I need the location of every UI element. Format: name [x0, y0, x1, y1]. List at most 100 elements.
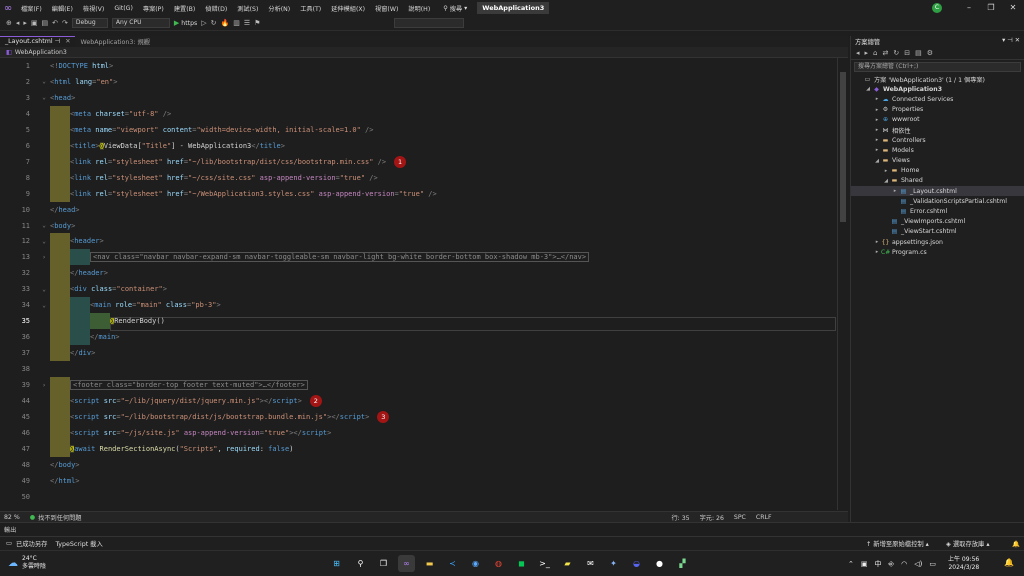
tree-item[interactable]: ◢ ▬ Shared [851, 176, 1024, 186]
tree-item[interactable]: ▭ 方案 'WebApplication3' (1 / 1 個專案) [851, 74, 1024, 84]
discord-icon[interactable]: ◒ [628, 555, 645, 572]
expand-chevron-icon[interactable]: ▸ [891, 188, 899, 194]
code-line[interactable]: 5 <meta name="viewport" content="width=de… [0, 121, 840, 138]
issues-status[interactable]: 找不到任何問題 [38, 513, 81, 522]
battery-icon[interactable]: ▭ [929, 560, 936, 568]
code-line[interactable]: 6 <title>@ViewData["Title"] - WebApplicat… [0, 137, 840, 154]
menu-test[interactable]: 測試(S) [232, 4, 263, 13]
tree-item[interactable]: ▸ ⋈ 相依性 [851, 125, 1024, 135]
select-repository-button[interactable]: ◈ 選取存放庫 ▴ [946, 539, 990, 548]
hot-reload-icon[interactable]: 🔥 [221, 19, 230, 27]
ime-indicator[interactable]: 中 [875, 559, 882, 569]
code-line[interactable]: 2 ⌄ <html lang="en"> [0, 74, 840, 90]
tree-item[interactable]: ▸ ⊕ wwwroot [851, 115, 1024, 125]
fold-toggle-icon[interactable]: ⌄ [38, 302, 50, 309]
tree-item[interactable]: ▤ _ViewImports.cshtml [851, 217, 1024, 227]
expand-chevron-icon[interactable]: ◢ [873, 158, 881, 164]
code-line[interactable]: 7 <link rel="stylesheet" href="~/lib/boot… [0, 153, 840, 170]
notification-icon[interactable]: 🔔 [1012, 540, 1020, 548]
fold-toggle-icon[interactable]: ⌄ [38, 78, 50, 85]
expand-chevron-icon[interactable]: ▸ [873, 249, 881, 255]
code-line[interactable]: 37 </div> [0, 345, 840, 362]
chrome-icon[interactable]: ◍ [490, 555, 507, 572]
redo-icon[interactable]: ↷ [62, 19, 68, 27]
code-line[interactable]: 1 <!DOCTYPE html> [0, 58, 840, 74]
start-icon[interactable]: ⊞ [328, 555, 345, 572]
expand-chevron-icon[interactable]: ▸ [873, 107, 881, 113]
collapse-all-icon[interactable]: ⊟ [904, 49, 910, 57]
menu-analyze[interactable]: 分析(N) [263, 4, 295, 13]
forward-icon[interactable]: ▸ [23, 19, 27, 27]
back-icon[interactable]: ◂ [856, 49, 860, 57]
expand-chevron-icon[interactable]: ▸ [873, 96, 881, 102]
code-line[interactable]: 8 <link rel="stylesheet" href="~/css/site… [0, 169, 840, 186]
minimize-button[interactable]: – [958, 0, 980, 16]
tree-item[interactable]: ▸ ▤ _Layout.cshtml [851, 186, 1024, 197]
app-icon[interactable]: ▞ [674, 555, 691, 572]
sticky-notes-icon[interactable]: ▰ [559, 555, 576, 572]
editor-scrollbar[interactable] [837, 58, 847, 510]
code-line[interactable]: 39 › <footer class="border-top footer text… [0, 377, 840, 393]
expand-chevron-icon[interactable]: ◢ [864, 86, 872, 92]
avatar[interactable]: C [932, 3, 942, 13]
tree-item[interactable]: ▤ Error.cshtml [851, 206, 1024, 216]
close-button[interactable]: ✕ [1002, 0, 1024, 16]
collapsed-region[interactable]: <footer class="border-top footer text-mu… [70, 380, 308, 390]
code-line[interactable]: 47 @await RenderSectionAsync("Scripts", r… [0, 440, 840, 457]
menu-edit[interactable]: 編輯(E) [47, 4, 78, 13]
menu-build[interactable]: 建置(B) [169, 4, 200, 13]
settings-icon[interactable]: ⚙ [927, 49, 933, 57]
tree-item[interactable]: ▸{} appsettings.json [851, 237, 1024, 247]
whitespace-mode[interactable]: SPC [734, 514, 746, 521]
run-button[interactable]: ▶ https [174, 19, 197, 27]
wifi-icon[interactable]: ◠ [901, 560, 907, 568]
search-button[interactable]: ⚲ 搜尋 ▾ [443, 4, 467, 13]
pin-icon[interactable]: ⊣ [55, 38, 61, 45]
expand-chevron-icon[interactable]: ▸ [873, 127, 881, 133]
back-icon[interactable]: ◂ [16, 19, 20, 27]
code-line[interactable]: 9 <link rel="stylesheet" href="~/WebAppli… [0, 185, 840, 202]
tab-layout-cshtml[interactable]: _Layout.cshtml ⊣ ✕ [0, 36, 76, 47]
task-view-icon[interactable]: ❐ [375, 555, 392, 572]
find-combo[interactable] [394, 18, 465, 28]
refresh-icon[interactable]: ↻ [211, 19, 217, 27]
tool-icon[interactable]: ✦ [605, 555, 622, 572]
keyboard-icon[interactable]: ⎆ [889, 560, 895, 569]
undo-icon[interactable]: ↶ [52, 19, 58, 27]
code-line[interactable]: 38 [0, 361, 840, 377]
line-icon[interactable]: ◼ [513, 555, 530, 572]
expand-chevron-icon[interactable]: ◢ [882, 178, 890, 184]
refresh-icon[interactable]: ↻ [893, 49, 899, 57]
code-line[interactable]: 13 › <nav class="navbar navbar-expand-sm n… [0, 249, 840, 266]
fold-toggle-icon[interactable]: ⌄ [38, 222, 50, 229]
menu-tools[interactable]: 工具(T) [295, 4, 326, 13]
fold-toggle-icon[interactable]: ⌄ [38, 286, 50, 293]
code-line[interactable]: 12 ⌄ <header> [0, 233, 840, 250]
close-icon[interactable]: ✕ [65, 38, 70, 45]
code-line[interactable]: 48 </body> [0, 457, 840, 473]
menu-git[interactable]: Git(G) [109, 5, 138, 12]
menu-window[interactable]: 視窗(W) [370, 4, 403, 13]
notifications-icon[interactable]: 🔔 [1004, 558, 1014, 567]
search-icon[interactable]: ⚲ [352, 555, 369, 572]
tree-item[interactable]: ▸ ▬ Models [851, 145, 1024, 155]
code-line[interactable]: 33 ⌄ <div class="container"> [0, 281, 840, 298]
forward-icon[interactable]: ▸ [865, 49, 869, 57]
configuration-select[interactable]: Debug [71, 18, 108, 28]
new-item-icon[interactable]: ⊕ [6, 19, 12, 27]
bookmark-icon[interactable]: ⚑ [254, 19, 260, 27]
output-title[interactable]: 輸出 [4, 527, 16, 534]
clock[interactable]: 上午 09:56 2024/3/28 [948, 556, 979, 572]
menu-extensions[interactable]: 延伸模組(X) [326, 4, 370, 13]
save-icon[interactable]: ▣ [31, 19, 38, 27]
volume-icon[interactable]: ◁) [914, 560, 922, 568]
expand-chevron-icon[interactable]: ▸ [873, 239, 881, 245]
code-editor[interactable]: 1 <!DOCTYPE html> 2 ⌄ <html lang="en"> 3 ⌄ <hea… [0, 58, 848, 510]
code-line[interactable]: 11 ⌄ <body> [0, 218, 840, 234]
platform-select[interactable]: Any CPU [111, 18, 170, 28]
tree-item[interactable]: ▸ C# Program.cs [851, 247, 1024, 257]
chat-icon[interactable]: ● [651, 555, 668, 572]
code-line[interactable]: 32 </header> [0, 265, 840, 282]
home-icon[interactable]: ⌂ [873, 49, 877, 57]
tree-item[interactable]: ▸ ☁ Connected Services [851, 94, 1024, 104]
